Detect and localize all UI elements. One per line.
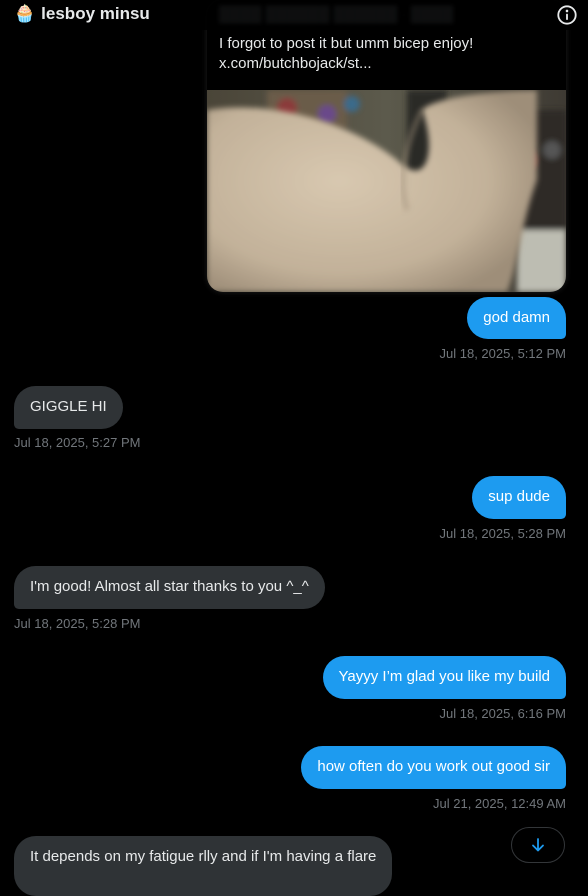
message-bubble-sent[interactable]: sup dude	[472, 476, 566, 519]
arrow-down-icon	[532, 838, 544, 852]
message-bubble-received[interactable]: GIGGLE HI	[14, 386, 123, 429]
message-timestamp: Jul 18, 2025, 5:12 PM	[439, 346, 566, 361]
message-bubble-sent[interactable]: Yayyy I’m glad you like my build	[322, 656, 566, 699]
info-circle-icon[interactable]	[556, 4, 578, 26]
cupcake-emoji: 🧁	[14, 4, 36, 23]
message-bubble-sent[interactable]: god damn	[467, 297, 566, 339]
contact-name: lesboy minsu	[41, 4, 150, 23]
message-timestamp: Jul 21, 2025, 12:49 AM	[433, 796, 566, 811]
post-text-line: I forgot to post it but umm bicep enjoy!	[219, 35, 474, 52]
shared-post-card[interactable]: ████ ██████ ██████ · ████ I forgot to po…	[207, 0, 566, 292]
message-bubble-sent[interactable]: how often do you work out good sir	[301, 746, 566, 789]
message-timestamp: Jul 18, 2025, 5:27 PM	[14, 435, 141, 450]
scroll-to-bottom-button[interactable]	[511, 827, 565, 863]
message-timestamp: Jul 18, 2025, 5:28 PM	[439, 526, 566, 541]
message-bubble-received[interactable]: I'm good! Almost all star thanks to you …	[14, 566, 325, 609]
conversation-header: 🧁 lesboy minsu	[0, 0, 588, 30]
post-text: I forgot to post it but umm bicep enjoy!…	[219, 34, 549, 74]
message-timestamp: Jul 18, 2025, 6:16 PM	[439, 706, 566, 721]
conversation-title[interactable]: 🧁 lesboy minsu	[14, 4, 150, 24]
post-photo[interactable]	[207, 90, 566, 292]
post-link[interactable]: x.com/butchbojack/st...	[219, 54, 549, 74]
message-bubble-received[interactable]: It depends on my fatigue rlly and if I'm…	[14, 836, 393, 896]
message-timestamp: Jul 18, 2025, 5:28 PM	[14, 616, 141, 631]
